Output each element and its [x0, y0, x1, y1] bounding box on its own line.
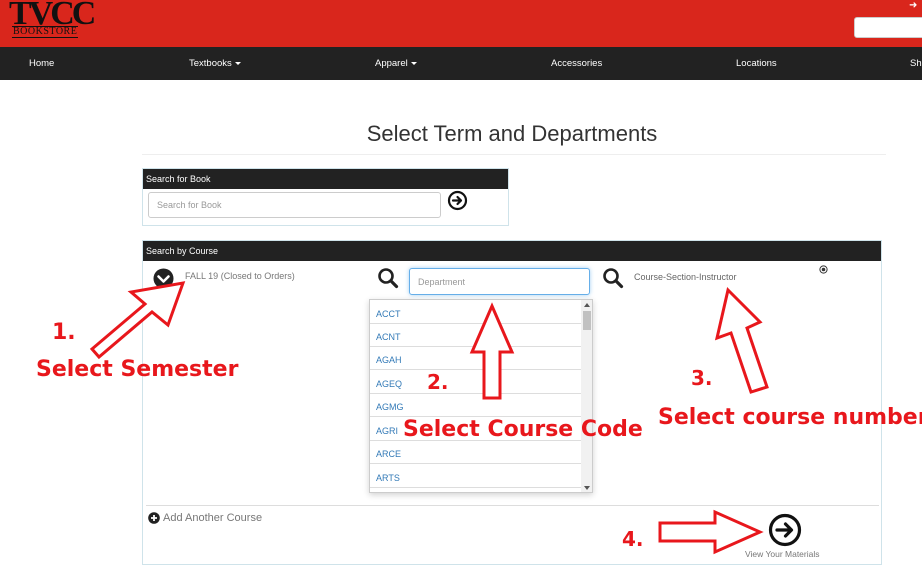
annotation-arrow-1: [89, 281, 186, 360]
annotation-step1-number: 1.: [52, 320, 76, 345]
annotation-arrow-3: [714, 287, 769, 394]
annotation-step1-text: Select Semester: [36, 357, 239, 382]
annotation-arrow-2: [469, 302, 515, 400]
annotation-step2-text: Select Course Code: [403, 417, 643, 442]
annotation-step2-number: 2.: [427, 370, 449, 394]
annotation-step3-text: Select course number: [658, 405, 922, 430]
annotation-step4-number: 4.: [622, 527, 644, 551]
annotation-step3-number: 3.: [691, 366, 713, 390]
annotation-arrow-4: [658, 509, 764, 555]
annotation-arrows-layer: [89, 281, 769, 555]
